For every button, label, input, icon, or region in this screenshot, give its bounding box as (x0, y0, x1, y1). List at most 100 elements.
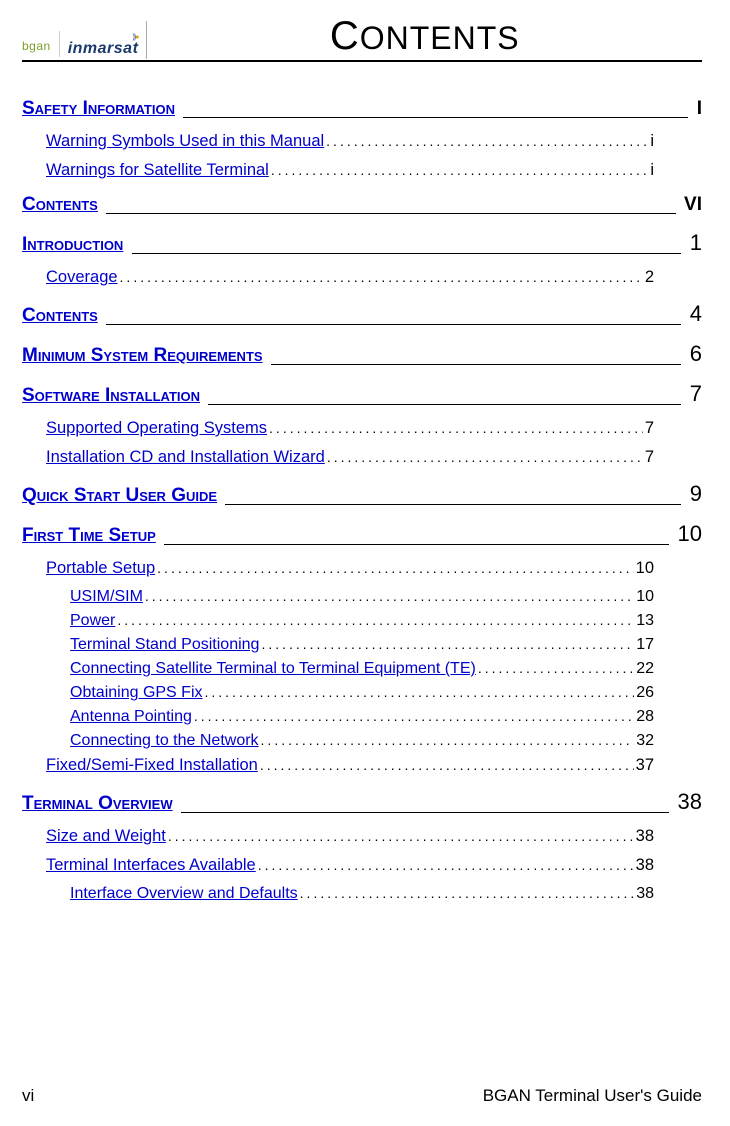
toc-entry: Power 13 (70, 612, 654, 630)
toc-entry: Obtaining GPS Fix 26 (70, 684, 654, 702)
toc-link[interactable]: Antenna Pointing (70, 708, 192, 726)
leader-line (164, 533, 669, 545)
toc-link[interactable]: Coverage (46, 268, 118, 287)
leader-line (271, 353, 682, 365)
toc-page: 9 (690, 481, 702, 507)
leader-line (106, 313, 681, 325)
leader-line (181, 801, 669, 813)
toc-link[interactable]: Obtaining GPS Fix (70, 684, 203, 702)
leader-line (106, 202, 676, 214)
toc-page: 32 (636, 732, 654, 750)
toc-link[interactable]: Software Installation (22, 385, 200, 407)
toc-page: 38 (678, 789, 702, 815)
toc-page: 26 (636, 684, 654, 702)
toc-link[interactable]: Warning Symbols Used in this Manual (46, 132, 324, 151)
toc-entry: Supported Operating Systems7 (46, 419, 654, 438)
toc-entry: Terminal Interfaces Available 38 (46, 856, 654, 875)
toc-page: 37 (636, 756, 654, 775)
toc-link[interactable]: Terminal Interfaces Available (46, 856, 256, 875)
toc-entry: Coverage2 (46, 268, 654, 287)
toc-page: 1 (690, 230, 702, 256)
toc-entry: Warnings for Satellite Terminal i (46, 161, 654, 180)
toc-entry: Connecting Satellite Terminal to Termina… (70, 660, 654, 678)
leader-line (183, 106, 688, 118)
page-header: bgan ))● inmarsat CONTENTS (22, 14, 702, 62)
leader-dots (300, 885, 635, 901)
toc-link[interactable]: USIM/SIM (70, 588, 143, 606)
toc-link[interactable]: Terminal Overview (22, 793, 173, 815)
toc-page: 10 (636, 588, 654, 606)
leader-dots (327, 449, 643, 465)
toc-link[interactable]: Portable Setup (46, 559, 155, 578)
toc-entry: Contents 4 (22, 301, 702, 327)
toc-link[interactable]: Power (70, 612, 115, 630)
logo-inmarsat-text: inmarsat (68, 41, 139, 57)
leader-dots (194, 708, 634, 724)
table-of-contents: Safety Information I Warning Symbols Used… (22, 98, 702, 903)
toc-link[interactable]: Fixed/Semi-Fixed Installation (46, 756, 258, 775)
toc-page: 17 (636, 636, 654, 654)
toc-link[interactable]: Installation CD and Installation Wizard (46, 448, 325, 467)
toc-entry: Minimum System Requirements 6 (22, 341, 702, 367)
logo-inmarsat: ))● inmarsat (68, 34, 139, 57)
toc-page: 6 (690, 341, 702, 367)
toc-link[interactable]: Connecting to the Network (70, 732, 259, 750)
toc-entry: Terminal Overview 38 (22, 789, 702, 815)
toc-entry: Contents VI (22, 194, 702, 216)
toc-link[interactable]: Quick Start User Guide (22, 485, 217, 507)
toc-entry: Size and Weight 38 (46, 827, 654, 846)
leader-dots (261, 636, 634, 652)
toc-entry: Warning Symbols Used in this Manuali (46, 132, 654, 151)
toc-entry: Installation CD and Installation Wizard 7 (46, 448, 654, 467)
leader-dots (271, 162, 648, 178)
toc-entry: Safety Information I (22, 98, 702, 120)
toc-entry: Introduction 1 (22, 230, 702, 256)
toc-entry: Portable Setup10 (46, 559, 654, 578)
toc-entry: Interface Overview and Defaults 38 (70, 885, 654, 903)
toc-entry: Quick Start User Guide 9 (22, 481, 702, 507)
toc-page: 38 (636, 885, 654, 903)
toc-link[interactable]: Warnings for Satellite Terminal (46, 161, 269, 180)
logo-bgan-text: bgan (22, 39, 51, 57)
toc-link[interactable]: Connecting Satellite Terminal to Termina… (70, 660, 476, 678)
toc-page: 38 (636, 827, 654, 846)
leader-line (225, 493, 681, 505)
toc-link[interactable]: Contents (22, 194, 98, 216)
leader-dots (157, 560, 633, 576)
page-footer: vi BGAN Terminal User's Guide (22, 1086, 702, 1106)
leader-dots (326, 133, 648, 149)
toc-page: 7 (645, 448, 654, 467)
toc-page: 7 (690, 381, 702, 407)
toc-link[interactable]: Contents (22, 305, 98, 327)
toc-link[interactable]: First Time Setup (22, 525, 156, 547)
toc-link[interactable]: Introduction (22, 234, 123, 256)
leader-dots (117, 612, 634, 628)
leader-dots (145, 588, 634, 604)
leader-dots (478, 660, 634, 676)
toc-link[interactable]: Terminal Stand Positioning (70, 636, 259, 654)
toc-page: 10 (678, 521, 702, 547)
toc-entry: Fixed/Semi-Fixed Installation 37 (46, 756, 654, 775)
toc-page: 13 (636, 612, 654, 630)
toc-link[interactable]: Size and Weight (46, 827, 166, 846)
toc-page: I (697, 98, 702, 120)
leader-line (132, 242, 682, 254)
toc-link[interactable]: Supported Operating Systems (46, 419, 267, 438)
toc-link[interactable]: Safety Information (22, 98, 175, 120)
toc-page: 4 (690, 301, 702, 327)
toc-page: i (650, 161, 654, 180)
toc-link[interactable]: Interface Overview and Defaults (70, 885, 298, 903)
leader-dots (120, 269, 643, 285)
leader-dots (258, 857, 634, 873)
toc-page: 38 (636, 856, 654, 875)
toc-page: VI (684, 194, 702, 216)
footer-page-number: vi (22, 1086, 34, 1106)
toc-link[interactable]: Minimum System Requirements (22, 345, 263, 367)
logo-divider (59, 31, 60, 57)
leader-dots (260, 757, 634, 773)
toc-entry: Connecting to the Network 32 (70, 732, 654, 750)
toc-entry: USIM/SIM 10 (70, 588, 654, 606)
toc-entry: Terminal Stand Positioning 17 (70, 636, 654, 654)
leader-dots (168, 828, 634, 844)
footer-guide-title: BGAN Terminal User's Guide (483, 1086, 702, 1106)
